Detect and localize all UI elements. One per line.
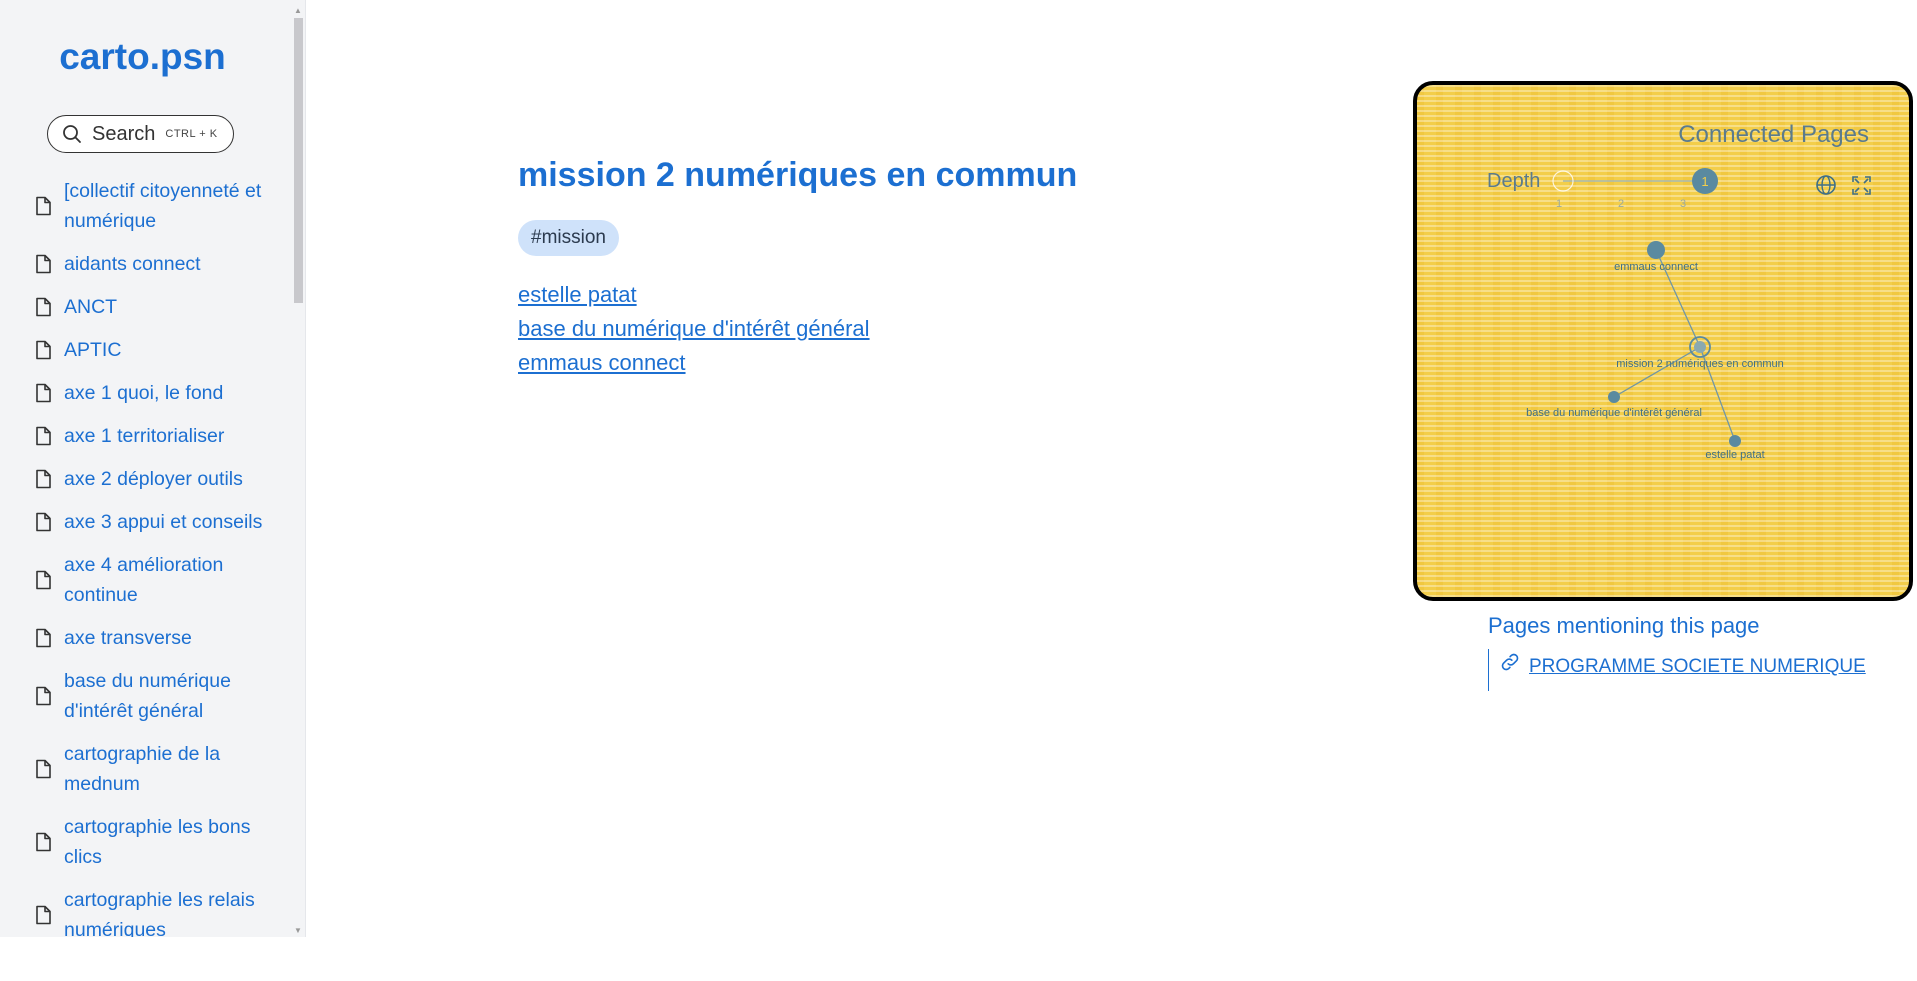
sidebar-item[interactable]: APTIC: [34, 335, 284, 365]
backlinks-title: Pages mentioning this page: [1488, 613, 1760, 638]
page-title: mission 2 numériques en commun: [518, 156, 1078, 194]
sidebar-item-label: axe transverse: [64, 627, 192, 649]
sidebar-item[interactable]: axe transverse: [34, 623, 284, 653]
scroll-down-arrow-icon[interactable]: ▼: [294, 926, 302, 935]
file-icon: [34, 628, 56, 648]
sidebar-item[interactable]: axe 4 amélioration continue: [34, 550, 284, 610]
sidebar-item-label: axe 1 quoi, le fond: [64, 382, 224, 404]
file-icon: [34, 905, 56, 925]
file-icon: [34, 383, 56, 403]
sidebar-item[interactable]: cartographie les bons clics: [34, 812, 284, 872]
brand-logo[interactable]: carto.psn: [0, 36, 285, 78]
sidebar-item[interactable]: axe 3 appui et conseils: [34, 507, 284, 537]
backlink-programme-societe-numerique[interactable]: PROGRAMME SOCIETE NUMERIQUE: [1529, 649, 1866, 685]
file-icon: [34, 832, 56, 852]
file-icon: [34, 469, 56, 489]
sidebar-item-label: [collectif citoyenneté et numérique: [64, 180, 262, 232]
search-icon: [63, 125, 81, 143]
sidebar-item[interactable]: axe 1 territorialiser: [34, 421, 284, 451]
file-icon: [34, 512, 56, 532]
backlinks-list: PROGRAMME SOCIETE NUMERIQUE: [1488, 649, 1866, 691]
svg-text:mission 2 numériques en commun: mission 2 numériques en commun: [1616, 358, 1784, 370]
sidebar-item[interactable]: cartographie les relais numériques: [34, 885, 284, 937]
file-icon: [34, 759, 56, 779]
file-icon: [34, 686, 56, 706]
search-shortcut: CTRL + K: [165, 128, 218, 140]
graph-node-base-numerique[interactable]: base du numérique d'intérêt général: [1526, 391, 1702, 419]
sidebar-item-label: axe 1 territorialiser: [64, 425, 225, 447]
sidebar: carto.psn Search CTRL + K [collectif cit…: [0, 0, 306, 937]
sidebar-item-label: APTIC: [64, 339, 122, 361]
svg-text:emmaus connect: emmaus connect: [1614, 261, 1698, 273]
graph-node-emmaus-connect[interactable]: emmaus connect: [1614, 241, 1698, 273]
file-icon: [34, 254, 56, 274]
file-icon: [34, 297, 56, 317]
file-icon: [34, 340, 56, 360]
search-label: Search: [92, 122, 156, 145]
file-icon: [34, 196, 56, 216]
file-icon: [34, 570, 56, 590]
fullscreen-icon[interactable]: [1852, 176, 1871, 195]
sidebar-item-label: axe 2 déployer outils: [64, 468, 243, 490]
sidebar-item[interactable]: aidants connect: [34, 249, 284, 279]
page-list: [collectif citoyenneté et numérique aida…: [34, 176, 284, 937]
sidebar-item[interactable]: cartographie de la mednum: [34, 739, 284, 799]
svg-text:estelle patat: estelle patat: [1705, 449, 1764, 461]
depth-value: 1: [1701, 174, 1708, 189]
sidebar-item-label: cartographie les relais numériques: [64, 889, 255, 937]
tag-mission[interactable]: #mission: [518, 220, 619, 256]
svg-text:base du numérique d'intérêt gé: base du numérique d'intérêt général: [1526, 407, 1702, 419]
scroll-up-arrow-icon[interactable]: ▲: [294, 6, 302, 15]
depth-tick: 1: [1556, 198, 1562, 210]
graph-node-current-page[interactable]: mission 2 numériques en commun: [1616, 336, 1784, 370]
sidebar-item[interactable]: [collectif citoyenneté et numérique: [34, 176, 284, 236]
depth-slider[interactable]: 1 1 2 3: [1552, 168, 1718, 210]
link-estelle-patat[interactable]: estelle patat: [518, 278, 870, 312]
sidebar-scrollbar[interactable]: ▲ ▼: [291, 4, 305, 937]
link-base-numerique[interactable]: base du numérique d'intérêt général: [518, 312, 870, 346]
sidebar-item-label: ANCT: [64, 296, 118, 318]
sidebar-item[interactable]: base du numérique d'intérêt général: [34, 666, 284, 726]
search-button[interactable]: Search CTRL + K: [47, 115, 234, 153]
depth-tick: 3: [1680, 198, 1686, 210]
depth-tick: 2: [1618, 198, 1624, 210]
sidebar-item-label: aidants connect: [64, 253, 201, 275]
page-links: estelle patat base du numérique d'intérê…: [518, 278, 870, 380]
graph-node-estelle-patat[interactable]: estelle patat: [1705, 435, 1765, 461]
sidebar-item-label: base du numérique d'intérêt général: [64, 670, 231, 722]
link-icon: [1501, 653, 1519, 671]
sidebar-item-label: axe 3 appui et conseils: [64, 511, 263, 533]
sidebar-item[interactable]: axe 1 quoi, le fond: [34, 378, 284, 408]
sidebar-item[interactable]: ANCT: [34, 292, 284, 322]
depth-label: Depth: [1487, 170, 1540, 192]
scrollbar-thumb[interactable]: [294, 18, 303, 303]
sidebar-item[interactable]: axe 2 déployer outils: [34, 464, 284, 494]
file-icon: [34, 426, 56, 446]
sidebar-item-label: axe 4 amélioration continue: [64, 554, 224, 606]
sidebar-item-label: cartographie de la mednum: [64, 743, 221, 795]
globe-icon[interactable]: [1816, 175, 1836, 195]
sidebar-item-label: cartographie les bons clics: [64, 816, 251, 868]
graph-view[interactable]: Connected Pages Depth 1 1 2 3 emmaus con…: [1413, 81, 1913, 601]
link-emmaus-connect[interactable]: emmaus connect: [518, 346, 870, 380]
